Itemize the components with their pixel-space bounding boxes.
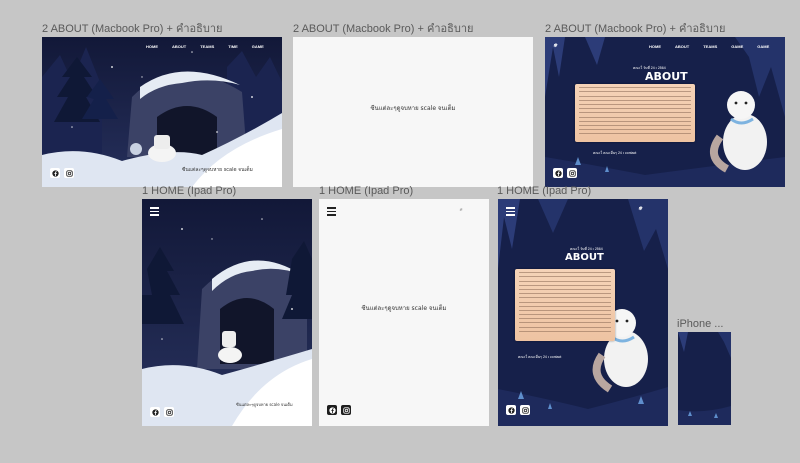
instagram-icon[interactable] bbox=[341, 405, 351, 415]
frame-about-macbook-content[interactable]: HOME ABOUT TEAMS GAME GAME ❄ คณะใ วันที่… bbox=[545, 37, 785, 187]
instagram-icon[interactable] bbox=[520, 405, 530, 415]
instagram-icon[interactable] bbox=[64, 168, 74, 178]
frame-home-ipad-content[interactable]: ❄ คณะใ วันที่ 24 • 2564 ABOUT คณะใ คณะอื… bbox=[498, 199, 668, 426]
nav-about[interactable]: ABOUT bbox=[675, 44, 689, 49]
frame-label: 2 ABOUT (Macbook Pro) + คำอธิบาย bbox=[545, 23, 726, 35]
facebook-icon[interactable] bbox=[327, 405, 337, 415]
social-links bbox=[553, 168, 577, 178]
facebook-icon[interactable] bbox=[150, 407, 160, 417]
menu-icon[interactable] bbox=[150, 207, 159, 218]
facebook-icon[interactable] bbox=[553, 168, 563, 178]
nav-home[interactable]: HOME bbox=[649, 44, 661, 49]
facebook-icon[interactable] bbox=[506, 405, 516, 415]
scene-caption: ซีนแต่ละๆดูจบหาย scale จนเต็ม bbox=[182, 167, 253, 173]
frame-iphone[interactable] bbox=[678, 332, 731, 425]
about-title: ABOUT bbox=[565, 252, 604, 263]
facebook-icon[interactable] bbox=[50, 168, 60, 178]
about-body-text bbox=[575, 87, 695, 135]
frame-about-macbook-blank[interactable]: ซีนแต่ละๆดูจบหาย scale จนเต็ม bbox=[293, 37, 533, 187]
snow-cave-illustration bbox=[142, 199, 312, 426]
placeholder-caption: ซีนแต่ละๆดูจบหาย scale จนเต็ม bbox=[370, 105, 456, 112]
frame-label: iPhone ... bbox=[677, 318, 724, 330]
top-nav: HOME ABOUT TEAMS TIME GAME bbox=[146, 44, 264, 49]
frame-label: 1 HOME (Ipad Pro) bbox=[319, 185, 414, 197]
about-title: ABOUT bbox=[645, 70, 688, 83]
credit-line[interactable]: คณะใ คณะอื่นๆ 24 • contact bbox=[518, 354, 561, 360]
frame-label: 1 HOME (Ipad Pro) bbox=[142, 185, 237, 197]
menu-icon[interactable] bbox=[327, 207, 336, 218]
social-links bbox=[150, 407, 174, 417]
about-paper-card bbox=[575, 84, 695, 142]
scene-caption: ซีนแต่ละๆดูจบหาย scale จนเต็ม bbox=[236, 402, 293, 407]
social-links bbox=[50, 168, 74, 178]
frame-home-ipad-blank[interactable]: ❄ ซีนแต่ละๆดูจบหาย scale จนเต็ม bbox=[319, 199, 489, 426]
frame-about-macbook-scene[interactable]: HOME ABOUT TEAMS TIME GAME ซีนแต่ละๆดูจบ… bbox=[42, 37, 282, 187]
frame-label: 2 ABOUT (Macbook Pro) + คำอธิบาย bbox=[293, 23, 474, 35]
menu-icon[interactable] bbox=[506, 207, 515, 218]
nav-game-2[interactable]: GAME bbox=[757, 44, 769, 49]
frame-label: 2 ABOUT (Macbook Pro) + คำอธิบาย bbox=[42, 23, 223, 35]
about-body-text bbox=[515, 272, 615, 332]
logo[interactable]: ❄ bbox=[459, 207, 462, 212]
nav-time[interactable]: TIME bbox=[228, 44, 238, 49]
snow-cave-illustration bbox=[42, 37, 282, 187]
nav-game[interactable]: GAME bbox=[731, 44, 743, 49]
about-paper-card bbox=[515, 269, 615, 341]
logo[interactable]: ❄ bbox=[553, 43, 557, 49]
ice-cave-background bbox=[678, 332, 731, 425]
nav-game[interactable]: GAME bbox=[252, 44, 264, 49]
nav-teams[interactable]: TEAMS bbox=[200, 44, 214, 49]
instagram-icon[interactable] bbox=[567, 168, 577, 178]
credit-line[interactable]: คณะใ คณะอื่นๆ 24 • contact bbox=[593, 150, 636, 156]
placeholder-caption: ซีนแต่ละๆดูจบหาย scale จนเต็ม bbox=[361, 305, 447, 312]
nav-teams[interactable]: TEAMS bbox=[703, 44, 717, 49]
instagram-icon[interactable] bbox=[164, 407, 174, 417]
nav-about[interactable]: ABOUT bbox=[172, 44, 186, 49]
top-nav: HOME ABOUT TEAMS GAME GAME bbox=[649, 44, 769, 49]
social-links bbox=[506, 405, 530, 415]
social-links bbox=[327, 405, 351, 415]
nav-home[interactable]: HOME bbox=[146, 44, 158, 49]
logo[interactable]: ❄ bbox=[638, 206, 642, 212]
frame-label: 1 HOME (Ipad Pro) bbox=[497, 185, 592, 197]
frame-home-ipad-scene[interactable]: ซีนแต่ละๆดูจบหาย scale จนเต็ม bbox=[142, 199, 312, 426]
